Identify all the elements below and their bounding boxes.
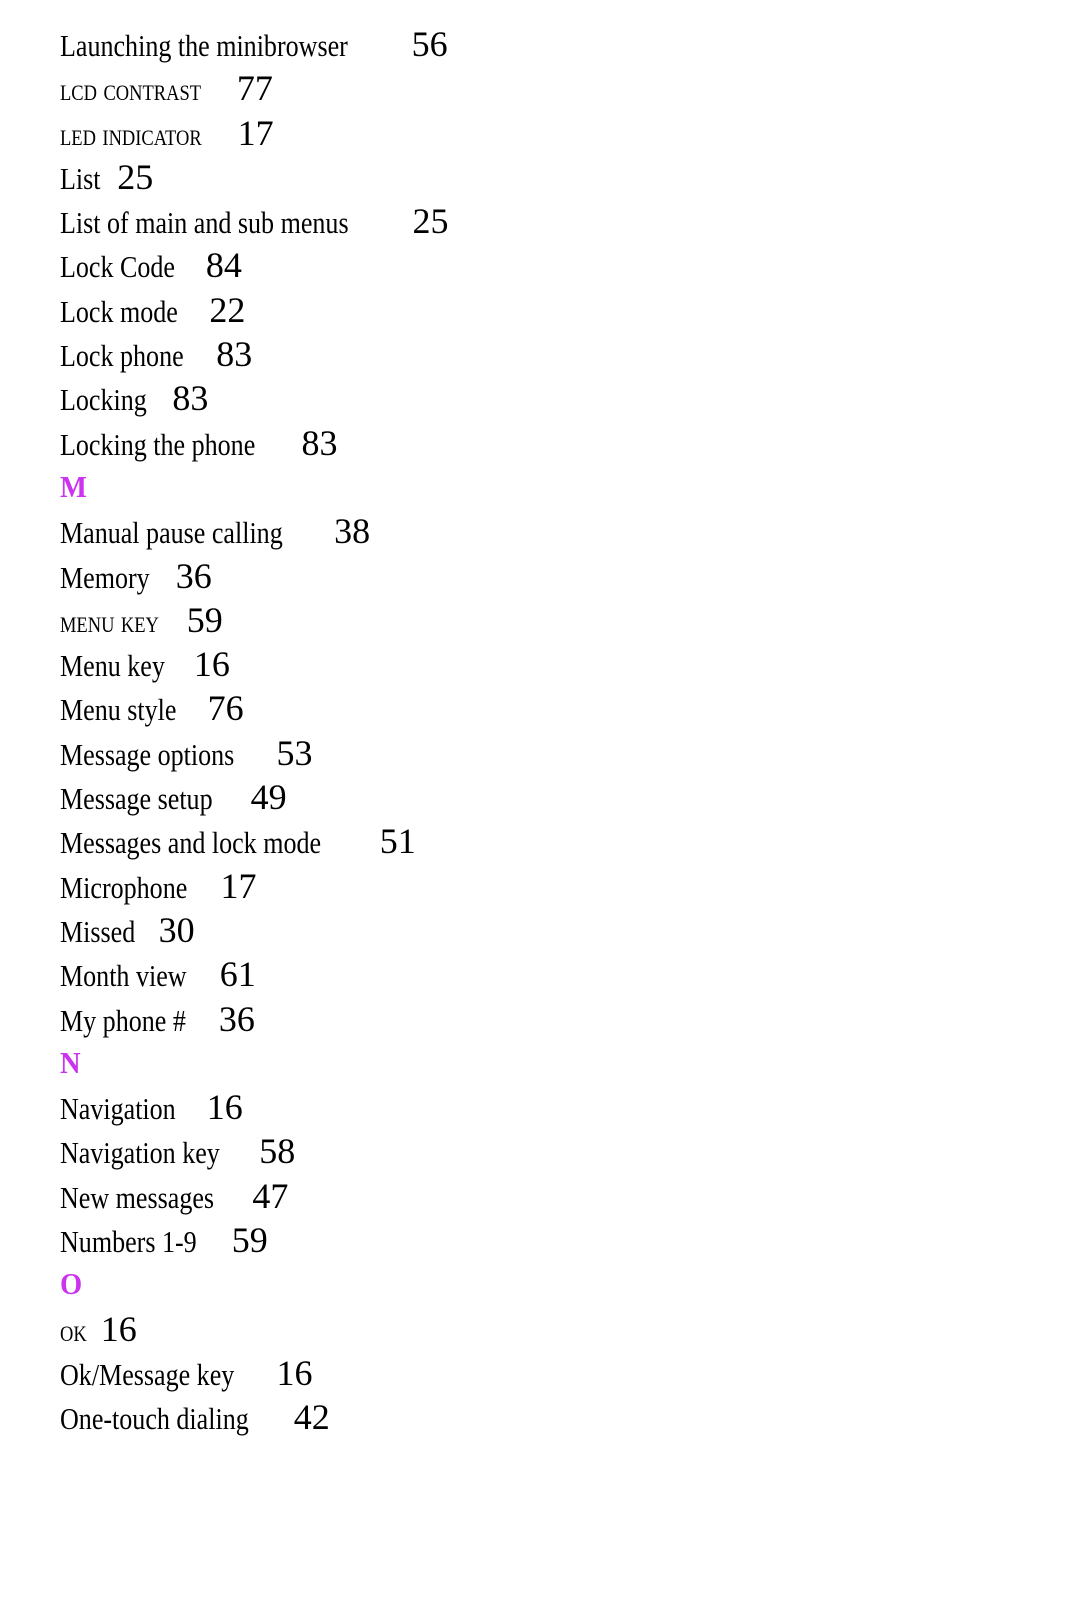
index-entry-label: Launching the minibrowser [60, 28, 348, 63]
index-entry-label: Message setup [60, 781, 213, 817]
index-entry[interactable]: Navigation 16 [60, 1085, 1080, 1129]
letter-heading-m: M [60, 465, 1080, 509]
index-entry-page-number: 84 [205, 245, 242, 286]
index-entry[interactable]: Lock mode 22 [60, 288, 1080, 332]
index-entry-label: My phone # [60, 1002, 186, 1038]
index-entry-label: Message options [60, 736, 235, 772]
index-entry[interactable]: Menu style 76 [60, 686, 1080, 730]
index-entry-label: New messages [60, 1179, 215, 1215]
index-entry-page-number: 59 [231, 1220, 268, 1261]
index-entry-label: Memory [60, 559, 150, 595]
letter-heading-n: N [60, 1041, 1080, 1085]
index-entry-page-number: 30 [158, 909, 195, 950]
index-entry[interactable]: List of main and sub menus 25 [60, 199, 1080, 243]
index-entry-page-number: 25 [117, 156, 154, 197]
index-entry-page-number: 22 [209, 289, 246, 330]
index-entry[interactable]: Manual pause calling 38 [60, 509, 1080, 553]
index-entry-page-number: 83 [172, 378, 209, 419]
index-entry[interactable]: Message options 53 [60, 731, 1080, 775]
index-entry-list: Launching the minibrowser 56 LCD Contrast 7… [60, 22, 1080, 1440]
index-entry[interactable]: Messages and lock mode 51 [60, 819, 1080, 863]
index-entry-label: Microphone [60, 869, 188, 905]
index-entry-page-number: 36 [175, 555, 212, 596]
index-entry-label: MENU key [60, 603, 159, 639]
index-entry[interactable]: Memory 36 [60, 554, 1080, 598]
index-entry-label: List [60, 160, 101, 196]
index-entry-page-number: 53 [276, 732, 313, 773]
index-entry-label: Lock mode [60, 293, 178, 329]
index-entry[interactable]: My phone # 36 [60, 997, 1080, 1041]
index-entry[interactable]: New messages 47 [60, 1174, 1080, 1218]
index-entry-label: Missed [60, 913, 136, 949]
index-entry-label: Menu style [60, 692, 177, 728]
index-entry-label: Lock Code [60, 249, 175, 285]
index-entry-page-number: 38 [334, 511, 371, 552]
letter-heading-text: O [60, 1266, 83, 1302]
index-entry-page-number: 61 [219, 954, 256, 995]
index-entry-page-number: 42 [293, 1397, 330, 1438]
index-entry[interactable]: Menu key 16 [60, 642, 1080, 686]
index-entry-page-number: 83 [216, 334, 253, 375]
index-entry[interactable]: Lock Code 84 [60, 243, 1080, 287]
index-entry-label: One-touch dialing [60, 1401, 249, 1437]
letter-heading-o: O [60, 1262, 1080, 1306]
index-entry[interactable]: Locking the phone 83 [60, 421, 1080, 465]
index-entry-page-number: 16 [206, 1087, 243, 1128]
index-entry-label: Messages and lock mode [60, 825, 322, 861]
index-entry-page-number: 16 [100, 1308, 137, 1349]
index-entry-page-number: 47 [252, 1175, 289, 1216]
index-entry[interactable]: Month view 61 [60, 952, 1080, 996]
index-entry-page-number: 59 [186, 599, 223, 640]
index-entry[interactable]: Message setup 49 [60, 775, 1080, 819]
index-entry-label: Locking the phone [60, 426, 256, 462]
index-entry-label: Numbers 1-9 [60, 1224, 197, 1260]
index-entry[interactable]: LED indicator 17 [60, 111, 1080, 155]
index-entry-label: Menu key [60, 648, 165, 684]
index-entry[interactable]: List 25 [60, 155, 1080, 199]
index-entry[interactable]: LCD Contrast 77 [60, 66, 1080, 110]
index-entry-page-number: 16 [193, 644, 230, 685]
index-entry-label: Month view [60, 958, 187, 994]
letter-heading-text: N [60, 1044, 81, 1080]
index-entry[interactable]: OK 16 [60, 1307, 1080, 1351]
index-entry-label: Navigation key [60, 1135, 220, 1171]
index-entry[interactable]: Missed 30 [60, 908, 1080, 952]
index-entry-label: Lock phone [60, 338, 184, 374]
index-entry[interactable]: MENU key 59 [60, 598, 1080, 642]
index-entry[interactable]: Lock phone 83 [60, 332, 1080, 376]
index-entry-label: Ok/Message key [60, 1356, 235, 1392]
index-entry[interactable]: One-touch dialing 42 [60, 1395, 1080, 1439]
index-entry-label: Manual pause calling [60, 515, 283, 551]
index-entry-page-number: 77 [236, 68, 273, 109]
index-entry-page-number: 49 [250, 777, 287, 818]
index-page: Launching the minibrowser 56 LCD Contrast 7… [0, 0, 1080, 1622]
letter-heading-text: M [60, 468, 87, 504]
index-entry-label: OK [60, 1312, 87, 1348]
index-entry-page-number: 56 [411, 24, 448, 64]
index-entry[interactable]: Numbers 1-9 59 [60, 1218, 1080, 1262]
index-entry[interactable]: Launching the minibrowser 56 [60, 22, 1080, 66]
index-entry-page-number: 36 [218, 998, 255, 1039]
index-entry[interactable]: Ok/Message key 16 [60, 1351, 1080, 1395]
index-entry-label: Locking [60, 382, 147, 418]
index-entry-page-number: 17 [220, 865, 257, 906]
index-entry-page-number: 76 [207, 688, 244, 729]
index-entry-page-number: 58 [259, 1131, 296, 1172]
index-entry-label: LCD Contrast [60, 72, 202, 108]
index-entry-label: LED indicator [60, 116, 202, 152]
index-entry-page-number: 17 [237, 112, 274, 153]
index-entry[interactable]: Microphone 17 [60, 864, 1080, 908]
index-entry[interactable]: Locking 83 [60, 376, 1080, 420]
index-entry-page-number: 83 [301, 422, 338, 463]
index-entry[interactable]: Navigation key 58 [60, 1129, 1080, 1173]
index-entry-page-number: 51 [379, 821, 416, 862]
index-entry-label: Navigation [60, 1091, 176, 1127]
index-entry-page-number: 16 [276, 1352, 313, 1393]
index-entry-label: List of main and sub menus [60, 205, 349, 241]
index-entry-page-number: 25 [412, 201, 449, 242]
